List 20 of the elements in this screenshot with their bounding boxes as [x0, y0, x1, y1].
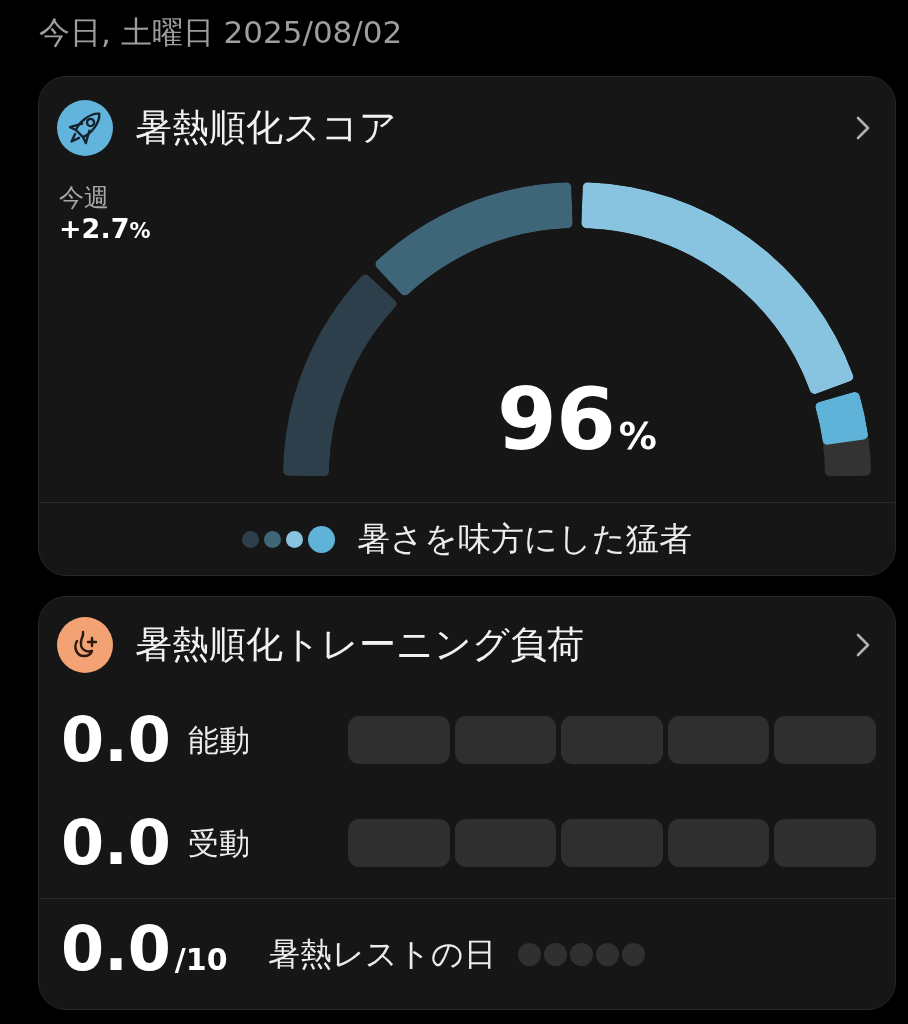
weekly-change: +2.7% — [59, 213, 151, 246]
moon-plus-icon — [57, 617, 113, 673]
status-label: 暑さを味方にした猛者 — [357, 519, 692, 559]
load-value: 0.0 — [61, 712, 172, 768]
score-card[interactable]: 暑熱順化スコア 今週 +2.7% 96% 暑さを味方にした猛者 — [38, 76, 896, 576]
load-value: 0.0 — [61, 815, 172, 871]
card-title: 暑熱順化トレーニング負荷 — [135, 623, 584, 667]
gauge-remainder — [823, 434, 871, 477]
chevron-right-icon[interactable] — [855, 115, 871, 141]
rocket-icon — [57, 100, 113, 156]
date-label: 今日, 土曜日 2025/08/02 — [38, 13, 403, 52]
load-card[interactable]: 暑熱順化トレーニング負荷 0.0 能動 0.0 受動 0.0/10 暑熱レストの日 — [38, 596, 896, 1010]
chevron-right-icon[interactable] — [855, 632, 871, 658]
load-label: 能動 — [188, 721, 250, 760]
load-label: 受動 — [188, 824, 250, 863]
score-value: 96% — [497, 376, 657, 471]
rest-value: 0.0/10 — [61, 920, 228, 987]
rest-day-label: 暑熱レストの日 — [267, 934, 496, 974]
weekly-label: 今週 — [59, 183, 109, 213]
card-title: 暑熱順化スコア — [135, 106, 397, 150]
